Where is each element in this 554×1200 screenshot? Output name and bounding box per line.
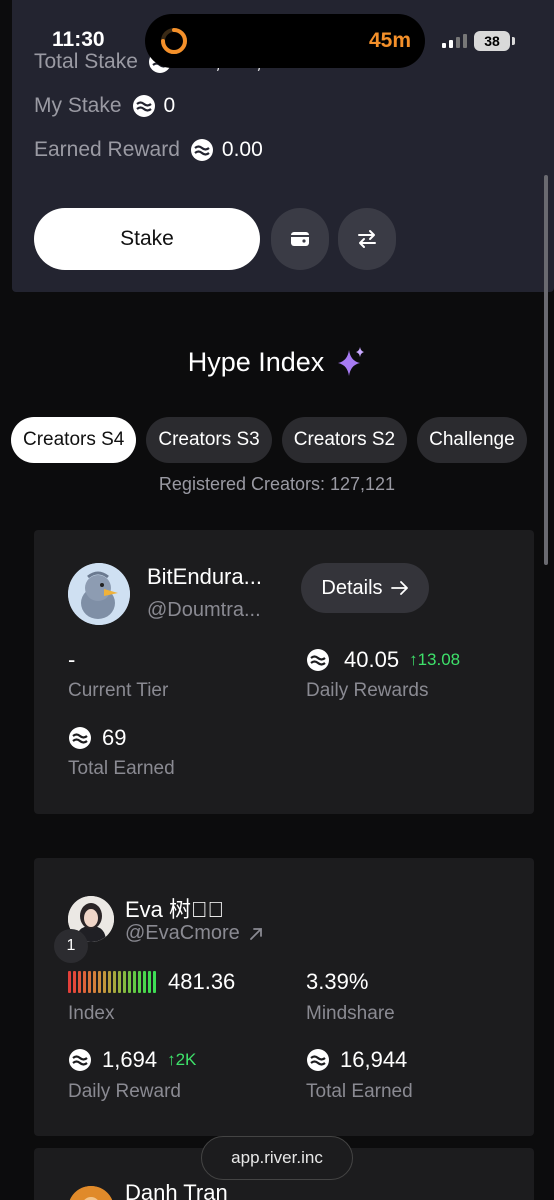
my-creator-card: BitEndura... @Doumtra... Details - Curre… xyxy=(34,530,534,814)
mindshare-value: 3.39% xyxy=(306,969,369,994)
daily-rewards-value: 40.05 xyxy=(344,647,400,672)
river-coin-icon xyxy=(307,649,329,671)
arrow-right-icon xyxy=(390,581,408,595)
timer-ring-icon xyxy=(161,28,187,54)
daily-reward-value: 1,694 xyxy=(102,1047,158,1072)
daily-reward-change-value: 2K xyxy=(175,1050,197,1069)
daily-reward-label: Daily Reward xyxy=(68,1081,181,1102)
season-tabs: Creators S4 Creators S3 Creators S2 Chal… xyxy=(11,417,527,463)
external-link-icon xyxy=(249,927,262,940)
my-stake-label: My Stake xyxy=(34,94,122,117)
river-coin-icon xyxy=(307,1049,329,1071)
status-time: 11:30 xyxy=(52,28,105,51)
creator-card-rank-1[interactable]: 1 Eva 树姐🏻 @EvaCmore 481.36 Index 3.39% M… xyxy=(34,858,534,1136)
tab-creators-s2[interactable]: Creators S2 xyxy=(281,417,408,463)
creator-handle: @EvaCmore xyxy=(125,922,240,944)
daily-reward-value-row: 1,694 ↑2K xyxy=(68,1047,196,1073)
tab-creators-s3[interactable]: Creators S3 xyxy=(146,417,272,463)
stake-button[interactable]: Stake xyxy=(34,208,260,270)
daily-rewards-change-value: 13.08 xyxy=(417,650,461,669)
swap-arrows-icon xyxy=(358,230,376,248)
creator-name: Danh Tran xyxy=(125,1180,228,1200)
current-tier-label: Current Tier xyxy=(68,680,169,701)
river-coin-icon xyxy=(190,139,213,161)
details-button-label: Details xyxy=(321,576,383,599)
portrait-avatar-icon xyxy=(68,1186,114,1200)
dynamic-island[interactable]: 45m xyxy=(145,14,425,68)
earned-reward-row: Earned Reward 0.00 xyxy=(34,138,263,162)
daily-rewards-value-row: 40.05 ↑13.08 xyxy=(306,647,460,673)
earned-reward-label: Earned Reward xyxy=(34,138,180,161)
cellular-signal-icon xyxy=(442,34,467,48)
total-earned-value: 69 xyxy=(102,725,127,750)
wallet-icon xyxy=(291,232,309,246)
total-earned-value: 16,944 xyxy=(340,1047,408,1072)
timer-remaining: 45m xyxy=(368,29,411,52)
swap-button[interactable] xyxy=(338,208,396,270)
avatar[interactable] xyxy=(68,1186,114,1200)
wallet-button[interactable] xyxy=(271,208,329,270)
total-stake-label: Total Stake xyxy=(34,50,138,73)
earned-reward-value: 0.00 xyxy=(221,138,263,161)
daily-rewards-change: ↑13.08 xyxy=(409,650,461,669)
sparkle-icon xyxy=(338,347,365,376)
creator-name: BitEndura... xyxy=(147,564,262,589)
index-label: Index xyxy=(68,1003,115,1024)
index-value: 481.36 xyxy=(168,969,236,994)
avatar[interactable] xyxy=(68,563,130,625)
total-earned-value-row: 69 xyxy=(68,725,126,751)
total-earned-label: Total Earned xyxy=(68,758,175,779)
daily-reward-change: ↑2K xyxy=(167,1050,197,1069)
hype-index-title: Hype Index xyxy=(0,346,554,378)
river-coin-icon xyxy=(132,95,155,117)
my-stake-row: My Stake 0 xyxy=(34,94,175,118)
creator-name: Eva 树姐🏻 xyxy=(125,897,225,922)
hype-index-title-text: Hype Index xyxy=(187,346,325,377)
river-coin-icon xyxy=(69,1049,91,1071)
details-button[interactable]: Details xyxy=(301,563,429,613)
my-stake-value: 0 xyxy=(163,94,176,117)
index-meter-icon xyxy=(68,971,156,993)
current-tier-value: - xyxy=(68,647,76,672)
river-coin-icon xyxy=(69,727,91,749)
tab-creators-s4[interactable]: Creators S4 xyxy=(11,417,137,463)
total-earned-label: Total Earned xyxy=(306,1081,413,1102)
bird-avatar-icon xyxy=(68,563,130,625)
rank-badge: 1 xyxy=(54,929,88,963)
daily-rewards-label: Daily Rewards xyxy=(306,680,429,701)
total-earned-value-row: 16,944 xyxy=(306,1047,407,1073)
mindshare-label: Mindshare xyxy=(306,1003,395,1024)
battery-icon: 38 xyxy=(474,31,510,51)
registered-creators-count: Registered Creators: 127,121 xyxy=(158,474,396,494)
browser-url-bar[interactable]: app.river.inc xyxy=(201,1136,353,1180)
index-value-row: 481.36 xyxy=(68,969,235,995)
creator-handle: @Doumtra... xyxy=(147,599,261,621)
creator-handle-row[interactable]: @EvaCmore xyxy=(125,922,263,945)
battery-nub xyxy=(512,37,515,45)
tab-challenge[interactable]: Challenge xyxy=(417,417,527,463)
